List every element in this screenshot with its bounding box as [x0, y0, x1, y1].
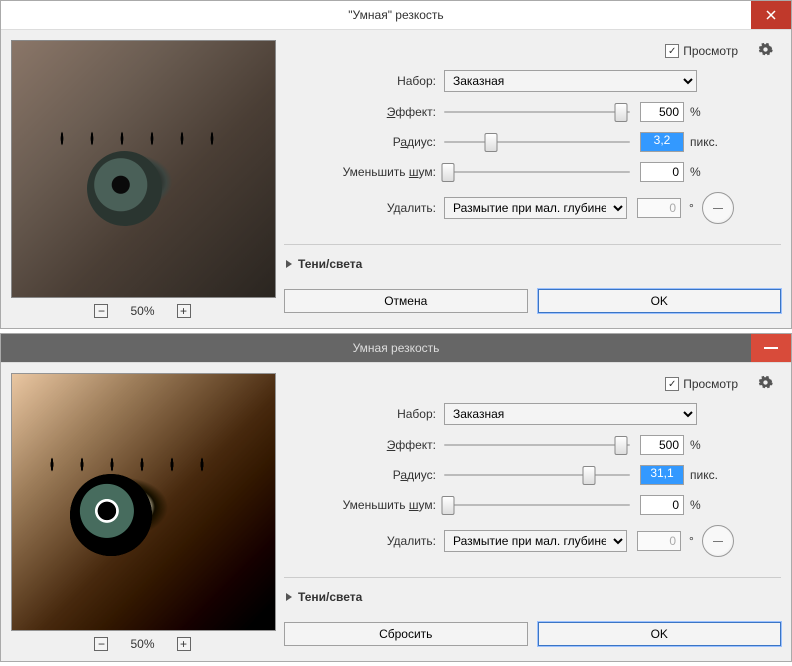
check-icon [665, 44, 679, 58]
preview-checkbox[interactable]: Просмотр [665, 44, 738, 58]
zoom-out-button[interactable]: − [94, 304, 108, 318]
gear-icon [758, 42, 773, 57]
amount-input[interactable] [640, 102, 684, 122]
noise-label: Уменьшить шум: [284, 498, 444, 512]
zoom-in-button[interactable]: + [177, 637, 191, 651]
remove-label: Удалить: [284, 534, 444, 548]
ok-button[interactable]: OK [538, 289, 782, 313]
titlebar[interactable]: Умная резкость [1, 334, 791, 363]
angle-dial[interactable] [702, 192, 734, 224]
close-button[interactable] [751, 1, 791, 29]
zoom-out-button[interactable]: − [94, 637, 108, 651]
zoom-level: 50% [130, 637, 154, 651]
noise-input[interactable] [640, 495, 684, 515]
radius-label: Радиус: [284, 468, 444, 482]
amount-unit: % [690, 438, 701, 452]
noise-label: Уменьшить шум: [284, 165, 444, 179]
window-title: Умная резкость [353, 341, 440, 355]
separator [284, 577, 781, 578]
preview-checkbox[interactable]: Просмотр [665, 377, 738, 391]
radius-input[interactable]: 3,2 [640, 132, 684, 152]
preset-select[interactable]: Заказная [444, 403, 697, 425]
preset-label: Набор: [284, 74, 444, 88]
preview-image[interactable] [11, 40, 276, 298]
window-title: "Умная" резкость [348, 8, 443, 22]
triangle-right-icon [286, 260, 292, 268]
settings-button[interactable] [758, 42, 773, 60]
shadows-highlights-expander[interactable]: Тени/света [284, 255, 781, 281]
remove-select[interactable]: Размытие при мал. глубине [444, 197, 627, 219]
noise-unit: % [690, 498, 701, 512]
amount-slider[interactable] [444, 111, 630, 113]
minimize-icon [764, 347, 778, 349]
degree-label: ° [689, 201, 694, 215]
reset-button[interactable]: Сбросить [284, 622, 528, 646]
smart-sharpen-dialog: "Умная" резкость − 50% + Просмотр [0, 0, 792, 329]
amount-label: Эффект: [284, 105, 444, 119]
noise-unit: % [690, 165, 701, 179]
radius-input[interactable]: 31,1 [640, 465, 684, 485]
smart-sharpen-dialog: Умная резкость − 50% + Просмотр [0, 333, 792, 662]
angle-input [637, 198, 681, 218]
radius-unit: пикс. [690, 468, 718, 482]
noise-slider[interactable] [444, 171, 630, 173]
separator [284, 244, 781, 245]
zoom-in-button[interactable]: + [177, 304, 191, 318]
radius-slider[interactable] [444, 141, 630, 143]
angle-dial[interactable] [702, 525, 734, 557]
ok-button[interactable]: OK [538, 622, 782, 646]
close-icon [765, 9, 777, 21]
settings-button[interactable] [758, 375, 773, 393]
noise-slider[interactable] [444, 504, 630, 506]
triangle-right-icon [286, 593, 292, 601]
amount-label: Эффект: [284, 438, 444, 452]
radius-label: Радиус: [284, 135, 444, 149]
preview-image[interactable] [11, 373, 276, 631]
cancel-button[interactable]: Отмена [284, 289, 528, 313]
amount-input[interactable] [640, 435, 684, 455]
shadows-highlights-expander[interactable]: Тени/света [284, 588, 781, 614]
minimize-button[interactable] [751, 334, 791, 362]
gear-icon [758, 375, 773, 390]
check-icon [665, 377, 679, 391]
radius-unit: пикс. [690, 135, 718, 149]
amount-unit: % [690, 105, 701, 119]
remove-select[interactable]: Размытие при мал. глубине [444, 530, 627, 552]
titlebar[interactable]: "Умная" резкость [1, 1, 791, 30]
remove-label: Удалить: [284, 201, 444, 215]
preset-select[interactable]: Заказная [444, 70, 697, 92]
noise-input[interactable] [640, 162, 684, 182]
radius-slider[interactable] [444, 474, 630, 476]
zoom-level: 50% [130, 304, 154, 318]
preset-label: Набор: [284, 407, 444, 421]
degree-label: ° [689, 534, 694, 548]
angle-input [637, 531, 681, 551]
amount-slider[interactable] [444, 444, 630, 446]
